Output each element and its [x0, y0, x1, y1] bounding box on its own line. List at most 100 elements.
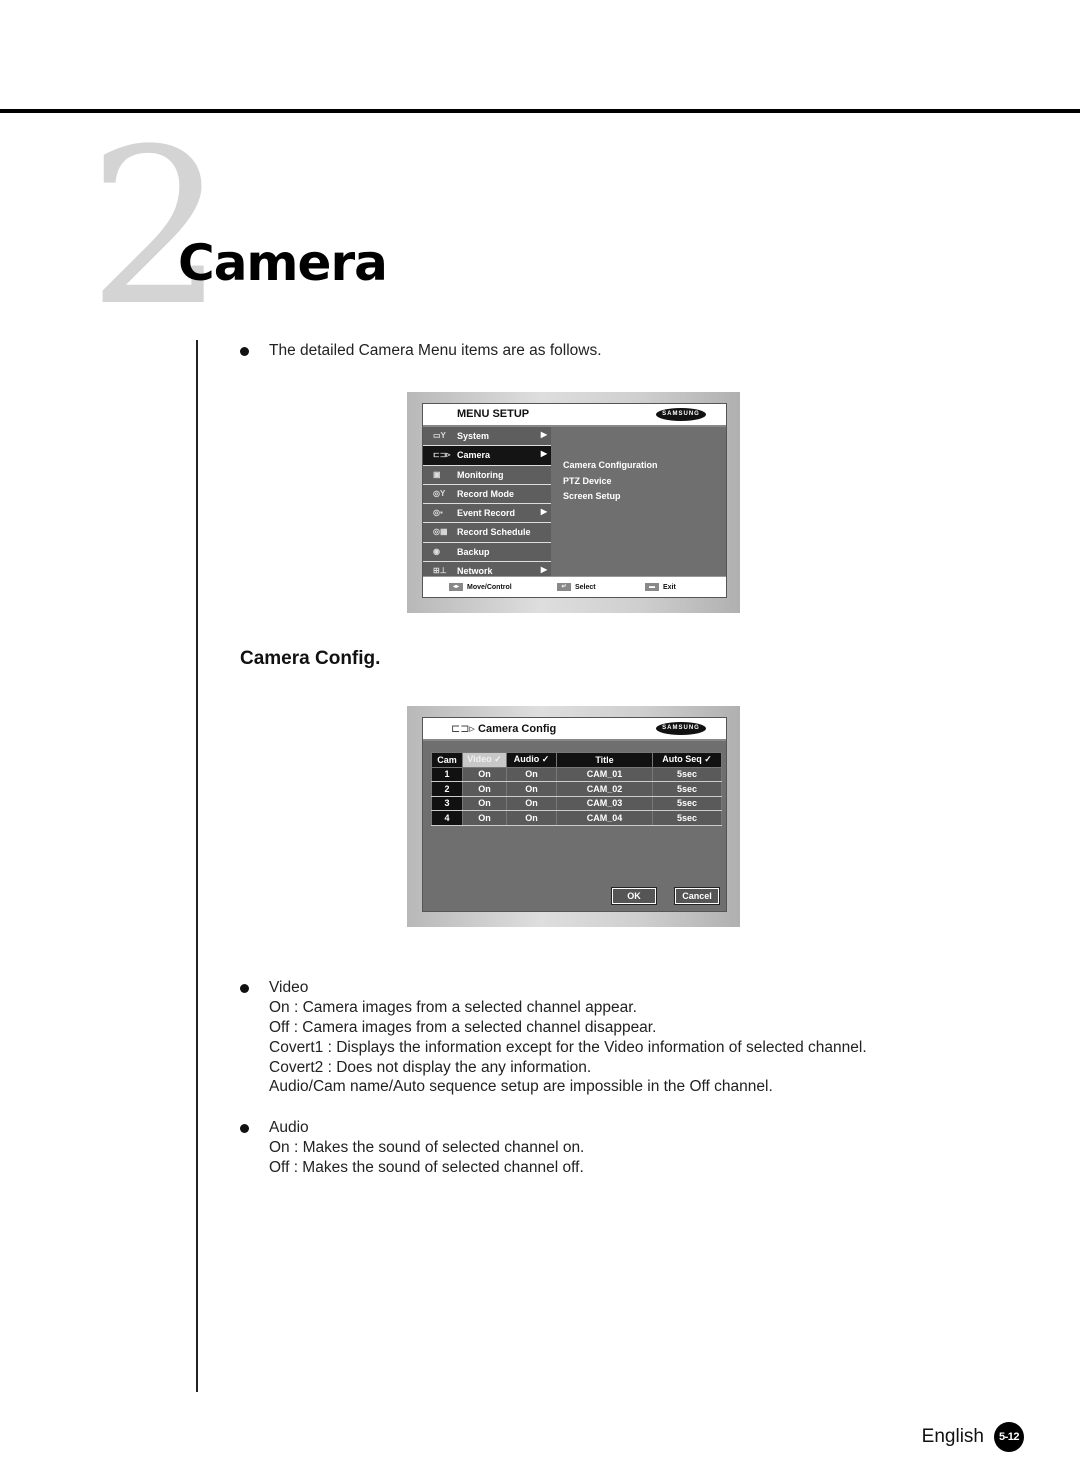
- move-control-label: Move/Control: [467, 583, 512, 591]
- camera-icon: ⊏⊐▹: [433, 450, 451, 460]
- camera-icon: ⊏⊐▹: [451, 723, 479, 735]
- menu-setup-footer: ◂▸ Move/Control ↵ Select ▬ Exit: [423, 576, 726, 597]
- submenu-ptz-device[interactable]: PTZ Device: [563, 476, 658, 492]
- menu-setup-screenshot: MENU SETUP SAMSUNG ▭Y System ▶ ⊏⊐▹ Camer…: [407, 392, 740, 613]
- menu-item-backup[interactable]: ◉ Backup: [423, 542, 551, 563]
- cam-number: 2: [431, 781, 463, 797]
- title-cell[interactable]: CAM_01: [556, 766, 653, 782]
- backup-icon: ◉: [433, 546, 440, 556]
- submenu-arrow-icon: ▶: [540, 507, 547, 517]
- camera-config-title-wrap: ⊏⊐▹ Camera Config: [451, 722, 556, 735]
- select-hint: ↵ Select: [557, 583, 596, 591]
- menu-item-label: Monitoring: [457, 469, 504, 480]
- cam-number: 3: [431, 795, 463, 811]
- table-row: 3 On On CAM_03 5sec: [431, 795, 722, 811]
- arrows-icon: ◂▸: [449, 583, 463, 591]
- cancel-button[interactable]: Cancel: [674, 887, 720, 905]
- video-cell[interactable]: On: [462, 810, 507, 826]
- menu-item-monitoring[interactable]: ▣ Monitoring: [423, 465, 551, 485]
- audio-cell[interactable]: On: [506, 810, 557, 826]
- submenu-arrow-icon: ▶: [540, 430, 547, 439]
- samsung-logo: SAMSUNG: [656, 722, 706, 735]
- select-label: Select: [575, 583, 596, 591]
- auto-seq-cell[interactable]: 5sec: [652, 795, 722, 811]
- menu-item-record-mode[interactable]: ◎Y Record Mode: [423, 484, 551, 505]
- audio-cell[interactable]: On: [506, 781, 557, 797]
- menu-item-label: System: [457, 431, 490, 441]
- audio-heading: Audio: [269, 1119, 309, 1136]
- record-schedule-icon: ◎▦: [433, 527, 448, 537]
- menu-item-label: Network: [457, 566, 493, 577]
- title-cell[interactable]: CAM_02: [556, 781, 653, 797]
- menu-item-system[interactable]: ▭Y System ▶: [423, 427, 551, 447]
- col-auto-seq[interactable]: Auto Seq ✓: [652, 752, 722, 768]
- select-icon: ↵: [557, 583, 571, 591]
- samsung-logo: SAMSUNG: [656, 408, 706, 421]
- event-record-icon: ◎▪: [433, 508, 443, 518]
- camera-config-panel: ⊏⊐▹ Camera Config SAMSUNG Cam Video ✓ Au…: [422, 717, 727, 912]
- audio-cell[interactable]: On: [506, 766, 557, 782]
- title-cell[interactable]: CAM_03: [556, 795, 653, 811]
- ok-button[interactable]: OK: [611, 887, 657, 905]
- submenu-screen-setup[interactable]: Screen Setup: [563, 491, 658, 507]
- camera-config-table: Cam Video ✓ Audio ✓ Title Auto Seq ✓ 1 O…: [431, 752, 722, 826]
- bullet-icon: [240, 1124, 249, 1133]
- move-control-hint: ◂▸ Move/Control: [449, 583, 512, 591]
- footer-language: English: [921, 1426, 984, 1447]
- cam-number: 1: [431, 766, 463, 782]
- submenu-camera-configuration[interactable]: Camera Configuration: [563, 460, 658, 476]
- menu-item-event-record[interactable]: ◎▪ Event Record ▶: [423, 504, 551, 524]
- col-title: Title: [556, 752, 653, 768]
- menu-item-camera[interactable]: ⊏⊐▹ Camera ▶: [423, 446, 551, 466]
- exit-label: Exit: [663, 583, 676, 591]
- camera-config-screenshot: ⊏⊐▹ Camera Config SAMSUNG Cam Video ✓ Au…: [407, 706, 740, 927]
- table-row: 2 On On CAM_02 5sec: [431, 781, 722, 797]
- video-cell[interactable]: On: [462, 781, 507, 797]
- menu-setup-header: MENU SETUP SAMSUNG: [423, 404, 726, 427]
- intro-text: The detailed Camera Menu items are as fo…: [269, 342, 602, 359]
- bullet-icon: [240, 347, 249, 356]
- menu-item-label: Event Record: [457, 508, 516, 519]
- table-row: 1 On On CAM_01 5sec: [431, 766, 722, 782]
- chapter-number: 2: [88, 102, 225, 353]
- video-line-text: Audio/Cam name/Auto sequence setup are i…: [269, 1078, 773, 1095]
- submenu-arrow-icon: ▶: [540, 565, 547, 575]
- menu-item-label: Record Mode: [457, 488, 515, 499]
- camera-config-title: Camera Config: [478, 723, 557, 735]
- menu-item-label: Record Schedule: [457, 527, 531, 538]
- audio-line-text: On : Makes the sound of selected channel…: [269, 1139, 585, 1156]
- menu-item-label: Backup: [457, 546, 490, 557]
- section-heading: Camera Config.: [240, 648, 381, 669]
- side-rule: [196, 340, 198, 1392]
- system-icon: ▭Y: [433, 431, 446, 440]
- network-icon: ⊞⊥: [433, 566, 447, 576]
- video-heading: Video: [269, 979, 309, 996]
- submenu-arrow-icon: ▶: [540, 449, 547, 459]
- menu-setup-title: MENU SETUP: [457, 408, 530, 420]
- table-row: 4 On On CAM_04 5sec: [431, 810, 722, 826]
- video-cell[interactable]: On: [462, 766, 507, 782]
- video-line-text: On : Camera images from a selected chann…: [269, 999, 637, 1016]
- auto-seq-cell[interactable]: 5sec: [652, 781, 722, 797]
- auto-seq-cell[interactable]: 5sec: [652, 810, 722, 826]
- audio-line-text: Off : Makes the sound of selected channe…: [269, 1159, 584, 1176]
- col-audio[interactable]: Audio ✓: [506, 752, 557, 768]
- exit-icon: ▬: [645, 583, 659, 591]
- col-video[interactable]: Video ✓: [462, 752, 507, 768]
- cam-number: 4: [431, 810, 463, 826]
- chapter-title: Camera: [178, 234, 388, 292]
- menu-list: ▭Y System ▶ ⊏⊐▹ Camera ▶ ▣ Monitoring ◎Y…: [423, 427, 551, 582]
- menu-item-label: Camera: [457, 450, 491, 461]
- page-number-badge: 5-12: [994, 1422, 1024, 1452]
- menu-item-record-schedule[interactable]: ◎▦ Record Schedule: [423, 523, 551, 543]
- table-header-row: Cam Video ✓ Audio ✓ Title Auto Seq ✓: [431, 752, 722, 768]
- video-line-text: Off : Camera images from a selected chan…: [269, 1019, 657, 1036]
- audio-cell[interactable]: On: [506, 795, 557, 811]
- bullet-icon: [240, 984, 249, 993]
- title-cell[interactable]: CAM_04: [556, 810, 653, 826]
- auto-seq-cell[interactable]: 5sec: [652, 766, 722, 782]
- camera-submenu: Camera Configuration PTZ Device Screen S…: [563, 460, 658, 507]
- video-cell[interactable]: On: [462, 795, 507, 811]
- monitor-icon: ▣: [433, 469, 441, 479]
- exit-hint: ▬ Exit: [645, 583, 676, 591]
